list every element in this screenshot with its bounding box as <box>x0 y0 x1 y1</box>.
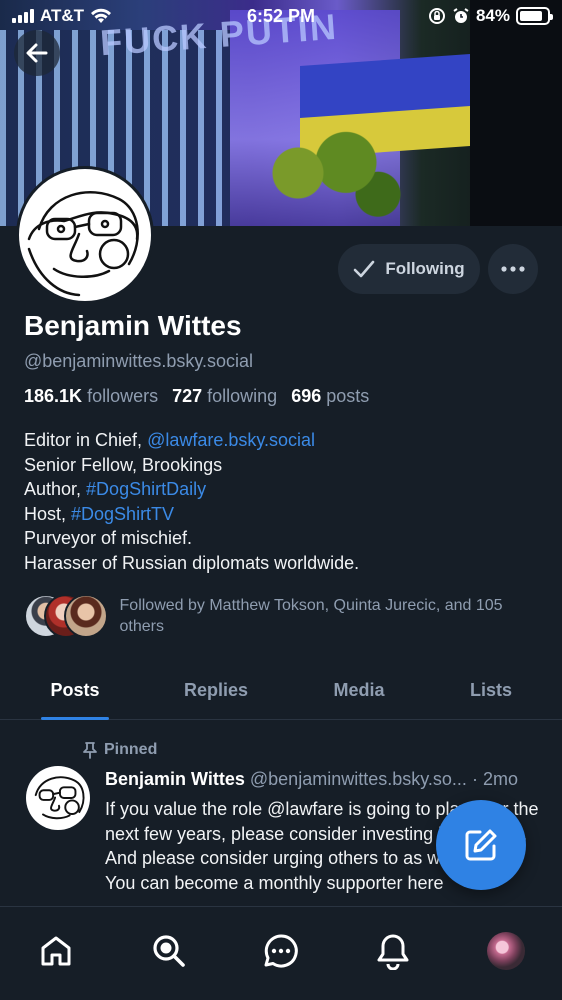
post-header: Benjamin Wittes @benjaminwittes.bsky.so.… <box>105 769 545 790</box>
bio-hashtag-link[interactable]: #DogShirtDaily <box>86 479 206 499</box>
bio-line: Harasser of Russian diplomats worldwide. <box>24 552 360 573</box>
home-icon <box>41 936 71 966</box>
status-bar: AT&T 6:52 PM 84% <box>0 0 562 32</box>
profile-stats: 186.1K followers 727 following 696 posts <box>24 386 369 407</box>
avatar-line-drawing <box>27 191 139 297</box>
bell-icon <box>377 934 409 970</box>
bio-line: Purveyor of mischief. <box>24 528 193 549</box>
bio-hashtag-link[interactable]: #DogShirtTV <box>71 504 174 524</box>
followed-by-row[interactable]: Followed by Matthew Tokson, Quinta Jurec… <box>24 594 544 638</box>
bio-line: Author, #DogShirtDaily <box>24 479 207 500</box>
followed-by-text: Followed by Matthew Tokson, Quinta Jurec… <box>119 597 503 635</box>
post-separator: · <box>471 769 478 789</box>
pin-icon <box>83 742 97 759</box>
back-button[interactable] <box>14 30 60 76</box>
avatar-line-drawing <box>34 776 85 820</box>
battery-icon <box>516 7 553 25</box>
nav-chat[interactable] <box>259 929 303 973</box>
compose-icon <box>465 829 497 861</box>
chat-icon <box>264 934 298 968</box>
status-time: 6:52 PM <box>246 6 316 26</box>
bio-line: Senior Fellow, Brookings <box>24 454 223 475</box>
checkmark-icon <box>354 260 375 278</box>
post-author-handle[interactable]: @benjaminwittes.bsky.so... <box>250 769 467 789</box>
nav-home[interactable] <box>34 929 78 973</box>
following-stat[interactable]: 727 following <box>172 386 277 407</box>
tab-lists[interactable]: Lists <box>463 668 519 712</box>
known-followers-avatars <box>24 594 109 638</box>
profile-avatar[interactable] <box>16 166 154 304</box>
post-author-avatar[interactable] <box>26 766 90 830</box>
nav-search[interactable] <box>147 929 191 973</box>
tab-replies[interactable]: Replies <box>178 668 254 712</box>
banner-trees <box>250 120 410 226</box>
profile-avatar-small <box>486 932 525 970</box>
profile-bio: Editor in Chief, @lawfare.bsky.social Se… <box>24 428 359 576</box>
bio-mention-link[interactable]: @lawfare.bsky.social <box>147 430 315 450</box>
profile-tabs: Posts Replies Media Lists <box>0 668 562 720</box>
posts-stat: 696 posts <box>291 386 370 406</box>
tab-posts[interactable]: Posts <box>41 668 109 720</box>
bio-line: Editor in Chief, @lawfare.bsky.social <box>24 430 316 450</box>
arrow-left-icon <box>26 43 48 63</box>
profile-name: Benjamin Wittes <box>24 310 242 341</box>
more-options-button[interactable] <box>488 244 538 294</box>
nav-notifications[interactable] <box>371 929 415 973</box>
profile-handle: @benjaminwittes.bsky.social <box>24 351 254 371</box>
follower-avatar <box>64 594 108 638</box>
tab-media[interactable]: Media <box>325 668 393 712</box>
banner-night-sky <box>470 0 562 226</box>
search-icon <box>152 935 185 967</box>
following-button[interactable]: Following <box>338 244 480 294</box>
followers-stat[interactable]: 186.1K followers <box>24 386 158 407</box>
pinned-label: Pinned <box>104 741 158 758</box>
following-label: Following <box>385 259 465 278</box>
nav-profile[interactable] <box>484 929 528 973</box>
bottom-navigation <box>0 906 562 1000</box>
pinned-indicator: Pinned <box>82 741 157 759</box>
post-author-name[interactable]: Benjamin Wittes <box>105 769 245 789</box>
bio-line: Host, #DogShirtTV <box>24 503 175 524</box>
ellipsis-icon <box>501 266 525 272</box>
compose-button[interactable] <box>436 800 526 890</box>
post-time: 2mo <box>482 769 518 789</box>
